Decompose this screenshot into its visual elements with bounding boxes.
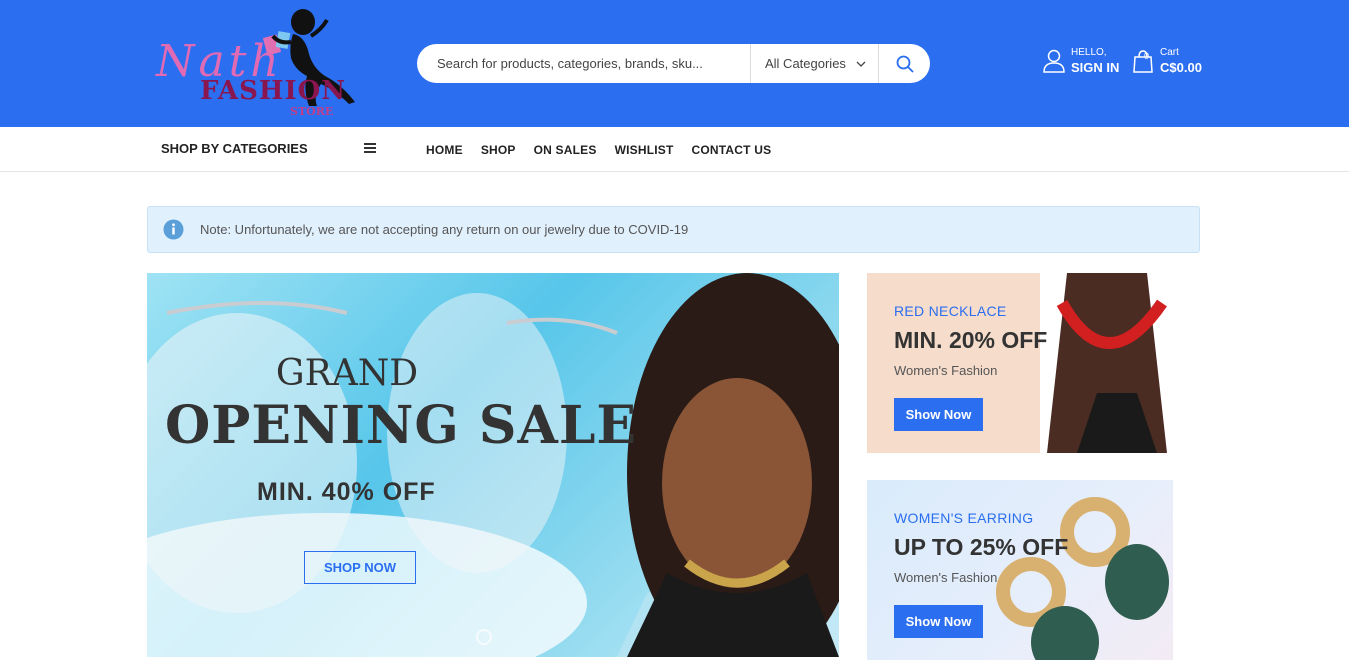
account-link[interactable]: HELLO, SIGN IN	[1043, 47, 1119, 75]
nav-home[interactable]: HOME	[426, 143, 463, 157]
banner-subtitle: Women's Fashion	[894, 570, 998, 585]
covid-notice: Note: Unfortunately, we are not acceptin…	[147, 206, 1200, 253]
hero-title-line2: OPENING SALE	[165, 395, 638, 456]
nav-on-sales[interactable]: ON SALES	[534, 143, 597, 157]
cart-link[interactable]: 0 Cart C$0.00	[1132, 47, 1202, 75]
hamburger-menu-icon[interactable]	[364, 143, 376, 153]
category-select[interactable]: All Categories	[750, 44, 878, 83]
store-logo[interactable]: Nath FASHION STORE	[150, 6, 365, 120]
search-bar: All Categories	[417, 44, 930, 83]
nav-links: HOME SHOP ON SALES WISHLIST CONTACT US	[426, 143, 771, 157]
banner-category: WOMEN'S EARRING	[894, 510, 1034, 526]
notice-text: Note: Unfortunately, we are not acceptin…	[200, 222, 689, 237]
cart-count: 0	[1144, 51, 1150, 61]
user-icon	[1043, 49, 1065, 73]
banner-subtitle: Women's Fashion	[894, 363, 998, 378]
info-icon	[163, 219, 184, 240]
show-now-button[interactable]: Show Now	[894, 398, 983, 431]
cart-total: C$0.00	[1160, 60, 1202, 75]
shopping-bag-icon	[1133, 50, 1153, 73]
main-nav: SHOP BY CATEGORIES HOME SHOP ON SALES WI…	[0, 127, 1349, 172]
hero-title-line1: GRAND	[275, 353, 419, 394]
sign-in-label: SIGN IN	[1071, 60, 1120, 75]
show-now-button[interactable]: Show Now	[894, 605, 983, 638]
pearl-necklace-image	[147, 273, 839, 657]
slider-dot[interactable]	[476, 629, 492, 645]
shop-by-categories[interactable]: SHOP BY CATEGORIES	[161, 141, 308, 156]
nav-shop[interactable]: SHOP	[481, 143, 516, 157]
banner-title: UP TO 25% OFF	[894, 534, 1069, 560]
search-input[interactable]	[417, 44, 750, 83]
womens-earring-banner[interactable]: WOMEN'S EARRING UP TO 25% OFF Women's Fa…	[867, 480, 1173, 660]
banner-category: RED NECKLACE	[894, 303, 1007, 319]
nav-contact-us[interactable]: CONTACT US	[692, 143, 772, 157]
shop-now-button[interactable]: SHOP NOW	[304, 551, 416, 584]
red-necklace-banner[interactable]: RED NECKLACE MIN. 20% OFF Women's Fashio…	[867, 273, 1173, 453]
logo-subtext: STORE	[290, 105, 334, 118]
site-header: Nath FASHION STORE All Categories HELLO,…	[0, 0, 1349, 127]
chevron-down-icon	[856, 61, 866, 67]
hero-offer: MIN. 40% OFF	[257, 478, 436, 506]
account-greeting: HELLO,	[1071, 47, 1107, 58]
nav-wishlist[interactable]: WISHLIST	[615, 143, 674, 157]
banner-title: MIN. 20% OFF	[894, 327, 1048, 353]
cart-label: Cart	[1160, 47, 1179, 58]
logo-wordmark: FASHION	[200, 76, 347, 106]
hero-banner: GRAND OPENING SALE MIN. 40% OFF SHOP NOW	[147, 273, 839, 657]
category-select-value: All Categories	[765, 56, 846, 71]
search-button[interactable]	[878, 44, 930, 83]
search-icon	[896, 55, 914, 73]
